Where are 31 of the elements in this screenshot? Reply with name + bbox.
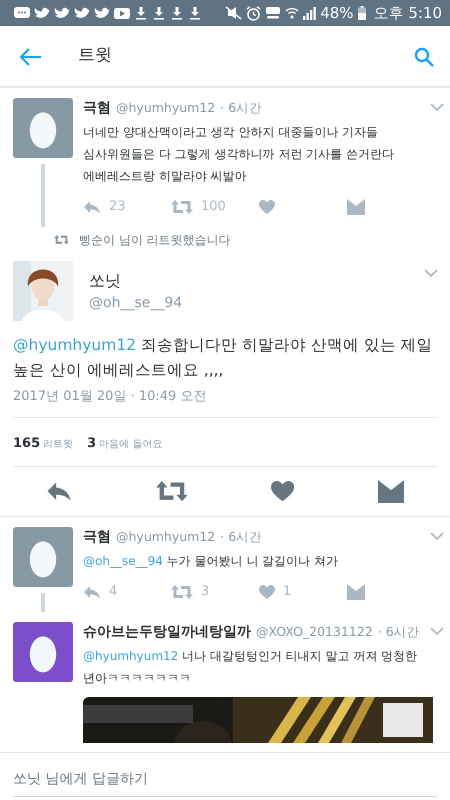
user-handle[interactable]: @XOXO_20131122	[256, 622, 373, 642]
timestamp: · 6시간	[220, 528, 264, 546]
user-name[interactable]: 극혐	[83, 526, 111, 548]
tweet-text: @hyumhyum12 죄송합니다만 히말라야 산맥에 있는 제일 높은 산이 에베레스트에요 ,,,,	[12, 335, 434, 381]
retweet-note: 삥순이 님이 리트윗했습니다	[79, 232, 231, 249]
page-title: 트윗	[78, 44, 113, 68]
battery-percent: 48%	[320, 6, 354, 20]
tweet-text: 너네만 양대산맥이라고 생각 안하지 대중들이나 기자들 심사위원들은 다 그렇게 생각하니까 저런 기사를 쓴거란다 에베레스트랑 히말라야 씨발아	[83, 124, 395, 185]
tweet-text: @hyumhyum12 너나 대갈텅텅인거 티내지 말고 꺼져 멍청한 년아ㅋㅋㅋㅋㅋㅋㅋ	[83, 648, 418, 686]
reply-button[interactable]: 23	[83, 197, 171, 217]
mention-link[interactable]: @oh__se__94	[83, 554, 163, 568]
reply-field[interactable]: 쏘닛 님에게 답글하기	[13, 756, 437, 796]
user-name[interactable]: 슈아브는두탕일까네탕일까	[83, 622, 251, 642]
timestamp: · 6시간	[378, 622, 421, 640]
tweet-date: 2017년 01월 20일 · 10:49 오전	[12, 388, 208, 406]
clock: 오후 5:10	[374, 6, 442, 20]
user-handle[interactable]: @hyumhyum12	[116, 99, 216, 118]
retweet-button[interactable]: 3	[171, 582, 259, 602]
timestamp: · 6시간	[220, 99, 264, 117]
mention-link[interactable]: @hyumhyum12	[83, 648, 178, 662]
reply-button[interactable]: 4	[83, 582, 171, 602]
user-name[interactable]: 쏘닛	[89, 268, 424, 292]
user-handle[interactable]: @hyumhyum12	[116, 528, 216, 546]
tweet-text: @oh__se__94 누가 물어봤니 니 갈길이나 쳐가	[83, 552, 339, 570]
mention-link[interactable]: @hyumhyum12	[13, 336, 136, 354]
retweet-button[interactable]: 100	[171, 197, 259, 217]
user-handle[interactable]: @oh__se__94	[89, 292, 424, 314]
user-name[interactable]: 극혐	[83, 98, 111, 119]
like-button[interactable]: 1	[259, 582, 347, 602]
stat-link[interactable]: 3 마음에 들어요	[87, 430, 162, 454]
stat-link[interactable]: 165 리트윗	[13, 430, 74, 454]
